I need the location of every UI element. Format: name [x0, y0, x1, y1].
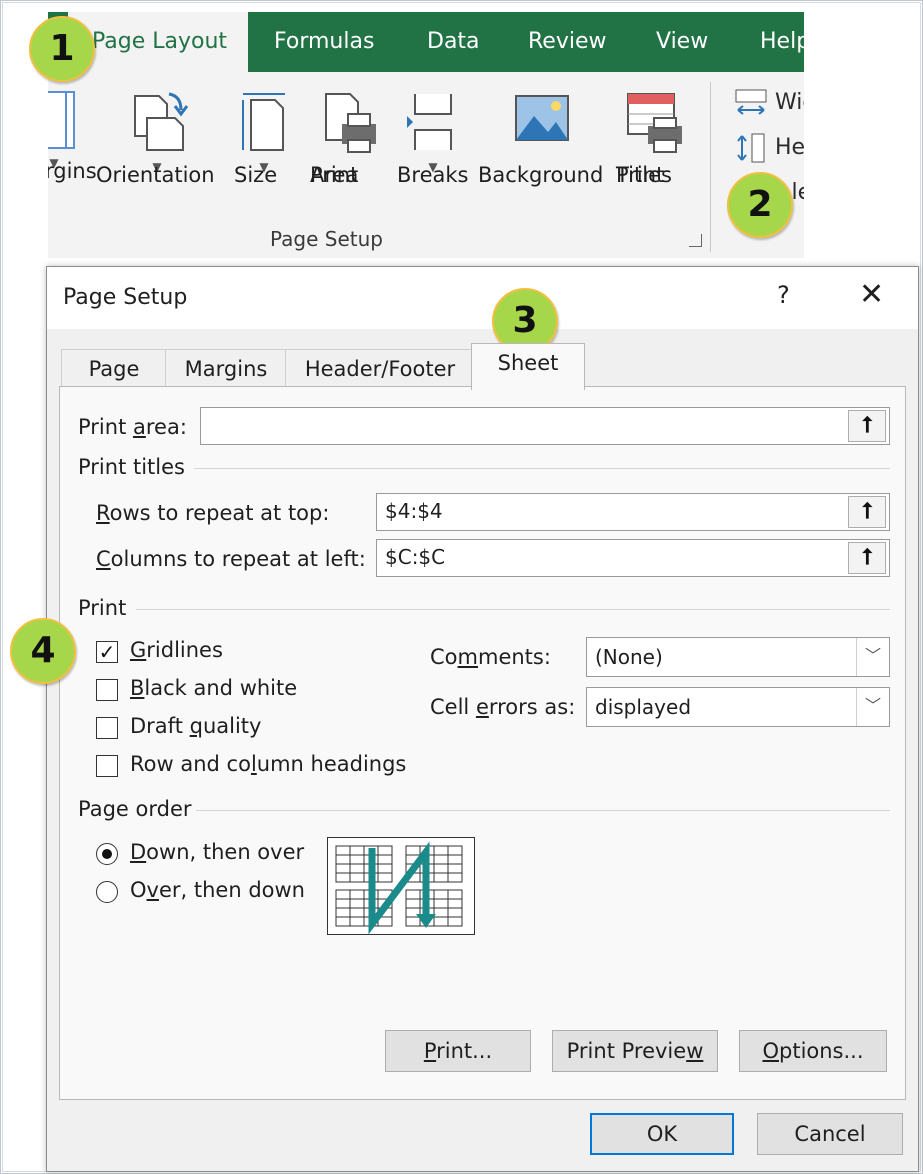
background-icon	[515, 95, 569, 141]
dialog-titlebar: Page Setup ? ✕	[47, 267, 918, 329]
comments-select[interactable]: (None) ﹀	[586, 637, 890, 677]
print-heading: Print	[78, 596, 127, 620]
background-label: Background	[478, 163, 604, 187]
print-preview-button[interactable]: Print Preview	[552, 1030, 718, 1072]
tab-data[interactable]: Data	[427, 12, 480, 72]
tab-sheet[interactable]: Sheet	[471, 343, 585, 390]
down-then-over-radio[interactable]	[96, 843, 118, 865]
group-separator	[710, 82, 711, 252]
page-order-divider	[196, 810, 890, 811]
orientation-button[interactable]: Orientation ▼	[96, 90, 218, 187]
page-order-heading: Page order	[78, 797, 192, 821]
page-setup-group-label: Page Setup	[270, 227, 383, 251]
print-titles-icon	[627, 93, 682, 153]
checkmark-icon: ✓	[98, 640, 116, 664]
height-control[interactable]: Height	[734, 132, 804, 164]
orientation-label: Orientation	[96, 163, 215, 187]
cancel-button[interactable]: Cancel	[757, 1113, 903, 1155]
tab-review[interactable]: Review	[528, 12, 607, 72]
print-area-label-2: Area	[310, 163, 359, 187]
collapse-arrow-icon: ⭡	[861, 545, 873, 570]
tab-view[interactable]: View	[656, 12, 708, 72]
breaks-button[interactable]: Breaks ▼	[397, 90, 469, 187]
ribbon-tab-bar: Page Layout Formulas Data Review View He…	[48, 12, 804, 72]
print-divider	[136, 609, 890, 610]
black-and-white-checkbox[interactable]	[96, 679, 118, 701]
chevron-down-icon: ﹀	[856, 638, 889, 676]
collapse-arrow-icon: ⭡	[861, 499, 873, 524]
tab-help[interactable]: Help	[760, 12, 804, 72]
down-then-over-label: Down, then over	[130, 840, 305, 864]
callout-step-2: 2	[727, 172, 793, 238]
tab-header-footer[interactable]: Header/Footer	[285, 349, 475, 388]
gridlines-label: Gridlines	[130, 638, 223, 662]
breaks-icon	[407, 94, 452, 150]
background-button[interactable]: Background	[478, 90, 606, 187]
print-area-label: Print area:	[78, 415, 187, 439]
page-setup-dialog: Page Setup ? ✕ Page Margins Header/Foote…	[46, 266, 919, 1172]
size-label: Size	[234, 163, 278, 187]
margins-label: Margins	[48, 159, 97, 183]
cell-errors-value: displayed	[595, 695, 692, 719]
size-icon	[242, 93, 285, 151]
height-label: Height	[775, 135, 804, 160]
ok-button[interactable]: OK	[590, 1113, 734, 1155]
dialog-title: Page Setup	[63, 285, 188, 310]
print-area-input[interactable]	[200, 407, 890, 445]
row-column-headings-label: Row and column headings	[130, 752, 407, 776]
print-titles-heading: Print titles	[78, 455, 185, 479]
margins-button[interactable]: Margins ▼	[48, 90, 97, 183]
options-button[interactable]: Options...	[739, 1030, 887, 1072]
draft-quality-checkbox[interactable]	[96, 717, 118, 739]
cell-errors-select[interactable]: displayed ﹀	[586, 687, 890, 727]
rows-collapse-button[interactable]: ⭡	[848, 496, 886, 528]
cell-errors-label: Cell errors as:	[430, 695, 576, 719]
print-area-button[interactable]: Print Area	[310, 90, 390, 187]
breaks-label: Breaks	[397, 163, 469, 187]
width-control[interactable]: Width	[734, 88, 804, 118]
rows-to-repeat-label: Rows to repeat at top:	[96, 501, 330, 525]
height-icon	[737, 133, 765, 163]
margins-icon	[48, 91, 75, 149]
size-button[interactable]: Size ▼	[234, 90, 294, 187]
black-and-white-label: Black and white	[130, 676, 298, 700]
help-button[interactable]: ?	[777, 281, 790, 309]
columns-to-repeat-label: Columns to repeat at left:	[96, 547, 366, 571]
over-then-down-label: Over, then down	[130, 878, 305, 902]
print-titles-divider	[194, 468, 890, 469]
print-titles-label-2: Titles	[616, 163, 672, 187]
print-area-icon	[325, 93, 376, 153]
over-then-down-radio[interactable]	[96, 881, 118, 903]
page-order-arrow-icon	[335, 841, 463, 935]
page-order-preview	[327, 837, 475, 935]
columns-collapse-button[interactable]: ⭡	[848, 542, 886, 574]
callout-step-4: 4	[10, 618, 76, 684]
print-titles-button[interactable]: Print Titles	[616, 90, 692, 187]
tab-page-layout[interactable]: Page Layout	[68, 12, 248, 72]
callout-step-1: 1	[29, 16, 95, 82]
row-column-headings-checkbox[interactable]	[96, 755, 118, 777]
tab-page[interactable]: Page	[61, 349, 167, 388]
chevron-down-icon: ﹀	[856, 688, 889, 726]
sheet-tab-panel: Print area: ⭡ Print titles Rows to repea…	[59, 386, 906, 1100]
columns-to-repeat-input[interactable]: $C:$C	[376, 539, 890, 577]
orientation-icon	[134, 92, 189, 151]
comments-label: Comments:	[430, 645, 551, 669]
tab-margins[interactable]: Margins	[165, 349, 287, 388]
print-area-collapse-button[interactable]: ⭡	[848, 410, 886, 442]
gridlines-checkbox[interactable]: ✓	[96, 641, 118, 663]
tab-formulas[interactable]: Formulas	[274, 12, 374, 72]
draft-quality-label: Draft quality	[130, 714, 262, 738]
close-button[interactable]: ✕	[859, 277, 884, 312]
width-icon	[735, 89, 767, 115]
collapse-arrow-icon: ⭡	[861, 413, 873, 438]
rows-to-repeat-input[interactable]: $4:$4	[376, 493, 890, 531]
excel-ribbon: Page Layout Formulas Data Review View He…	[48, 12, 804, 258]
page-setup-dialog-launcher-icon[interactable]	[689, 234, 702, 247]
comments-value: (None)	[595, 645, 663, 669]
width-label: Width	[775, 90, 804, 115]
print-button[interactable]: Print...	[385, 1030, 531, 1072]
